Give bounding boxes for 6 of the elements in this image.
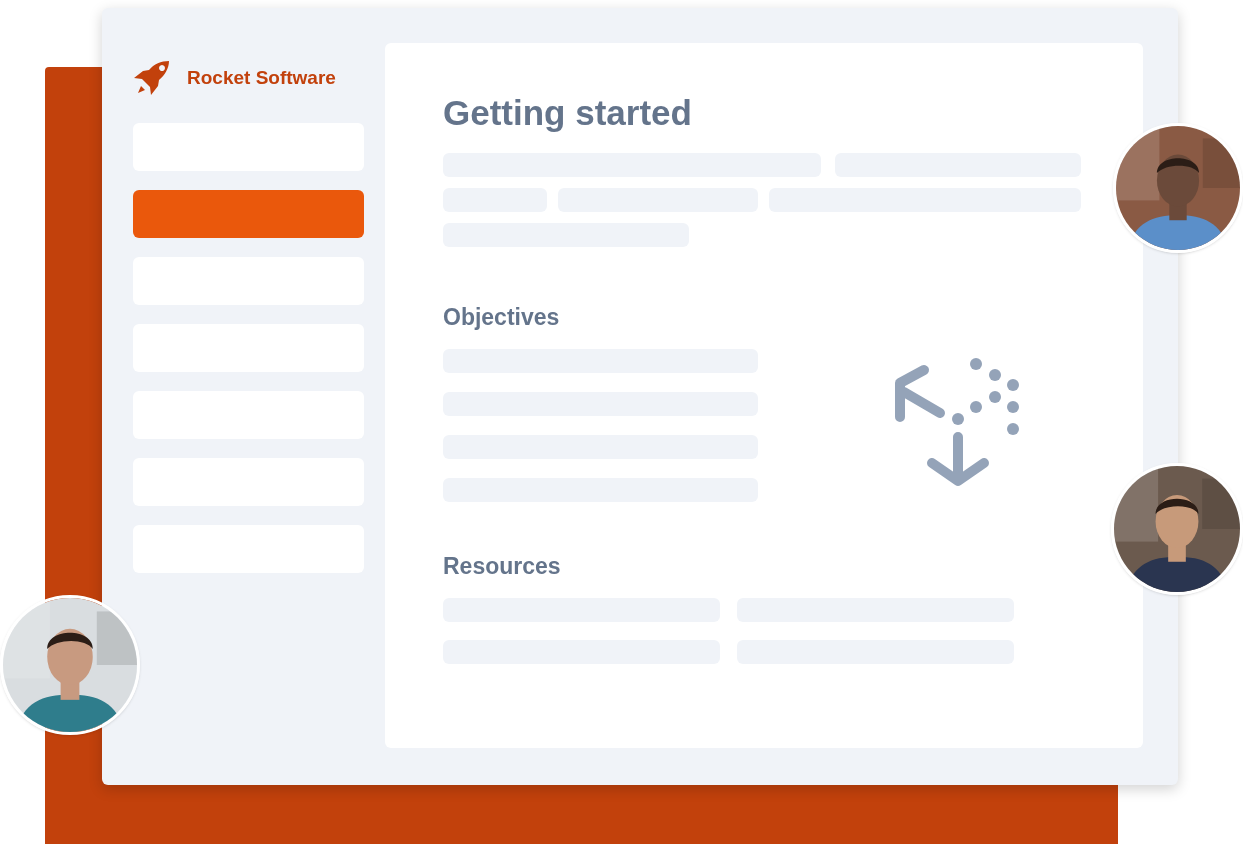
brand-name: Rocket Software xyxy=(187,65,336,90)
section-heading: Resources xyxy=(443,552,561,580)
rocket-icon xyxy=(133,59,171,97)
section-heading: Objectives xyxy=(443,303,560,331)
sidebar-item[interactable] xyxy=(133,190,364,238)
page-title: Getting started xyxy=(443,93,692,133)
